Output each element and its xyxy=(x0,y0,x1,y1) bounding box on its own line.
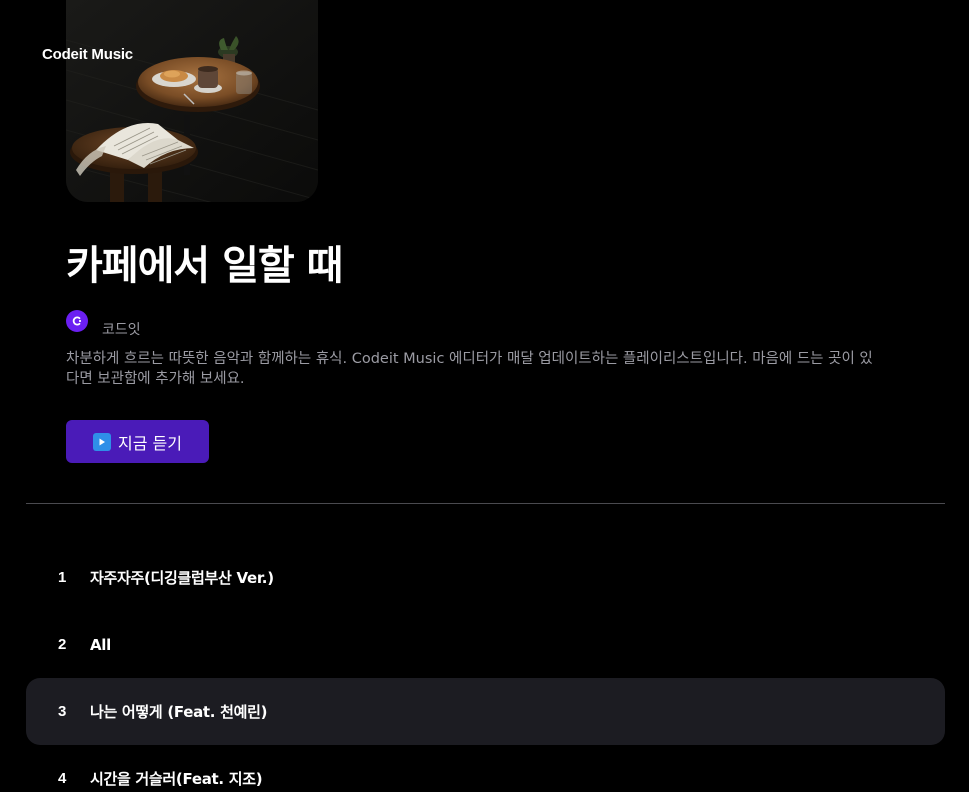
curator-info[interactable]: 코드잇 xyxy=(66,307,141,339)
playlist-title: 카페에서 일할 때 xyxy=(66,243,343,289)
track-number: 2 xyxy=(58,636,67,653)
track-title: 자주자주(디깅클럽부산 Ver.) xyxy=(90,569,274,587)
codeit-logo-icon xyxy=(72,316,82,326)
playlist-cover-image xyxy=(66,0,318,202)
track-title: 시간을 거슬러(Feat. 지조) xyxy=(90,770,263,788)
track-row[interactable]: 2 All xyxy=(26,611,945,678)
section-divider xyxy=(26,503,945,504)
track-row[interactable]: 1 자주자주(디깅클럽부산 Ver.) xyxy=(26,544,945,611)
app-brand-logo[interactable]: Codeit Music xyxy=(42,46,133,63)
track-number: 3 xyxy=(58,703,67,720)
track-number: 4 xyxy=(58,770,67,787)
playlist-description: 차분하게 흐르는 따뜻한 음악과 함께하는 휴식. Codeit Music 에… xyxy=(66,351,873,387)
curator-avatar xyxy=(66,310,88,332)
track-list: 1 자주자주(디깅클럽부산 Ver.) 2 All 3 나는 어떻게 (Feat… xyxy=(26,544,945,792)
track-row[interactable]: 4 시간을 거슬러(Feat. 지조) xyxy=(26,745,945,792)
listen-now-button[interactable]: 지금 듣기 xyxy=(66,420,209,463)
curator-name: 코드잇 xyxy=(102,322,141,338)
track-row-hovered[interactable]: 3 나는 어떻게 (Feat. 천예린) xyxy=(26,678,945,745)
playlist-page: Codeit Music 카페에서 일할 때 코드잇 차분하게 흐르는 따뜻한 … xyxy=(0,0,969,792)
play-icon xyxy=(93,432,112,451)
track-number: 1 xyxy=(58,569,67,586)
track-title: 나는 어떻게 (Feat. 천예린) xyxy=(90,703,268,721)
listen-now-label: 지금 듣기 xyxy=(118,433,182,453)
track-title: All xyxy=(90,635,111,654)
